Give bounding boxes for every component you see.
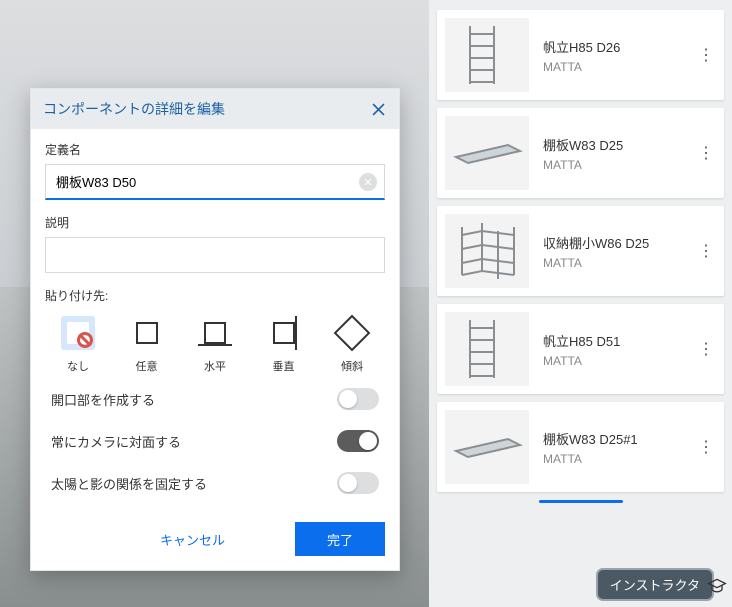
glue-to-options: なし 任意 水平 垂直 [51, 316, 379, 374]
close-icon[interactable] [369, 100, 387, 118]
component-name: 帆立H85 D26 [543, 37, 694, 56]
shadows-face-sun-toggle[interactable] [337, 472, 379, 494]
component-card[interactable]: 帆立H85 D26 MATTA⋮ [437, 10, 724, 100]
description-label: 説明 [45, 214, 385, 231]
component-author: MATTA [543, 60, 694, 74]
shadows-face-sun-row: 太陽と影の関係を固定する [45, 462, 385, 504]
component-name: 帆立H85 D51 [543, 331, 694, 350]
graduation-cap-icon[interactable] [706, 575, 728, 597]
glue-any-label: 任意 [120, 358, 174, 374]
glue-none-label: なし [51, 358, 105, 374]
glue-vertical-label: 垂直 [257, 358, 311, 374]
glue-option-horizontal[interactable]: 水平 [188, 316, 242, 374]
component-card[interactable]: 棚板W83 D25#1 MATTA⋮ [437, 402, 724, 492]
more-options-icon[interactable]: ⋮ [694, 435, 718, 459]
instructor-label: インストラクタ [610, 575, 700, 594]
component-thumbnail [445, 116, 529, 190]
face-camera-label: 常にカメラに対面する [51, 432, 181, 451]
component-card[interactable]: 収納棚小W86 D25 MATTA⋮ [437, 206, 724, 296]
component-thumbnail [445, 312, 529, 386]
component-author: MATTA [543, 158, 694, 172]
definition-name-label: 定義名 [45, 141, 385, 158]
glue-vertical-icon [267, 316, 301, 350]
dialog-title: コンポーネントの詳細を編集 [43, 99, 225, 119]
cancel-button[interactable]: キャンセル [160, 530, 225, 549]
definition-name-input[interactable] [45, 164, 385, 200]
component-author: MATTA [543, 452, 694, 466]
glue-horizontal-label: 水平 [188, 358, 242, 374]
component-name: 棚板W83 D25 [543, 135, 694, 154]
glue-option-none[interactable]: なし [51, 316, 105, 374]
shadows-face-sun-label: 太陽と影の関係を固定する [51, 474, 207, 493]
more-options-icon[interactable]: ⋮ [694, 337, 718, 361]
instructor-button[interactable]: インストラクタ [596, 568, 714, 601]
glue-sloped-label: 傾斜 [325, 358, 379, 374]
components-panel: 帆立H85 D26MATTA⋮棚板W83 D25MATTA⋮収納棚小W86 D2… [429, 0, 732, 607]
component-thumbnail [445, 410, 529, 484]
glue-to-label: 貼り付け先: [45, 287, 385, 304]
more-options-icon[interactable]: ⋮ [694, 141, 718, 165]
glue-option-sloped[interactable]: 傾斜 [325, 316, 379, 374]
dialog-header: コンポーネントの詳細を編集 [31, 89, 399, 129]
edit-component-dialog: コンポーネントの詳細を編集 定義名 ✕ 説明 貼り付け先: なし [30, 88, 400, 571]
face-camera-toggle[interactable] [337, 430, 379, 452]
cut-opening-toggle[interactable] [337, 388, 379, 410]
done-button[interactable]: 完了 [295, 522, 385, 556]
component-name: 棚板W83 D25#1 [543, 429, 694, 448]
more-options-icon[interactable]: ⋮ [694, 239, 718, 263]
component-name: 収納棚小W86 D25 [543, 233, 694, 252]
cut-opening-label: 開口部を作成する [51, 390, 155, 409]
more-options-icon[interactable]: ⋮ [694, 43, 718, 67]
glue-horizontal-icon [198, 316, 232, 350]
cut-opening-row: 開口部を作成する [45, 378, 385, 420]
clear-input-icon[interactable]: ✕ [359, 173, 377, 191]
glue-any-icon [130, 316, 164, 350]
glue-option-vertical[interactable]: 垂直 [257, 316, 311, 374]
definition-name-field[interactable]: ✕ [45, 164, 385, 200]
glue-sloped-icon [335, 316, 369, 350]
face-camera-row: 常にカメラに対面する [45, 420, 385, 462]
description-input[interactable] [45, 237, 385, 273]
component-author: MATTA [543, 256, 694, 270]
description-field[interactable] [45, 237, 385, 273]
component-thumbnail [445, 214, 529, 288]
component-card[interactable]: 帆立H85 D51 MATTA⋮ [437, 304, 724, 394]
panel-scroll-indicator [539, 500, 623, 503]
component-thumbnail [445, 18, 529, 92]
glue-none-icon [61, 316, 95, 350]
component-author: MATTA [543, 354, 694, 368]
glue-option-any[interactable]: 任意 [120, 316, 174, 374]
component-card[interactable]: 棚板W83 D25 MATTA⋮ [437, 108, 724, 198]
